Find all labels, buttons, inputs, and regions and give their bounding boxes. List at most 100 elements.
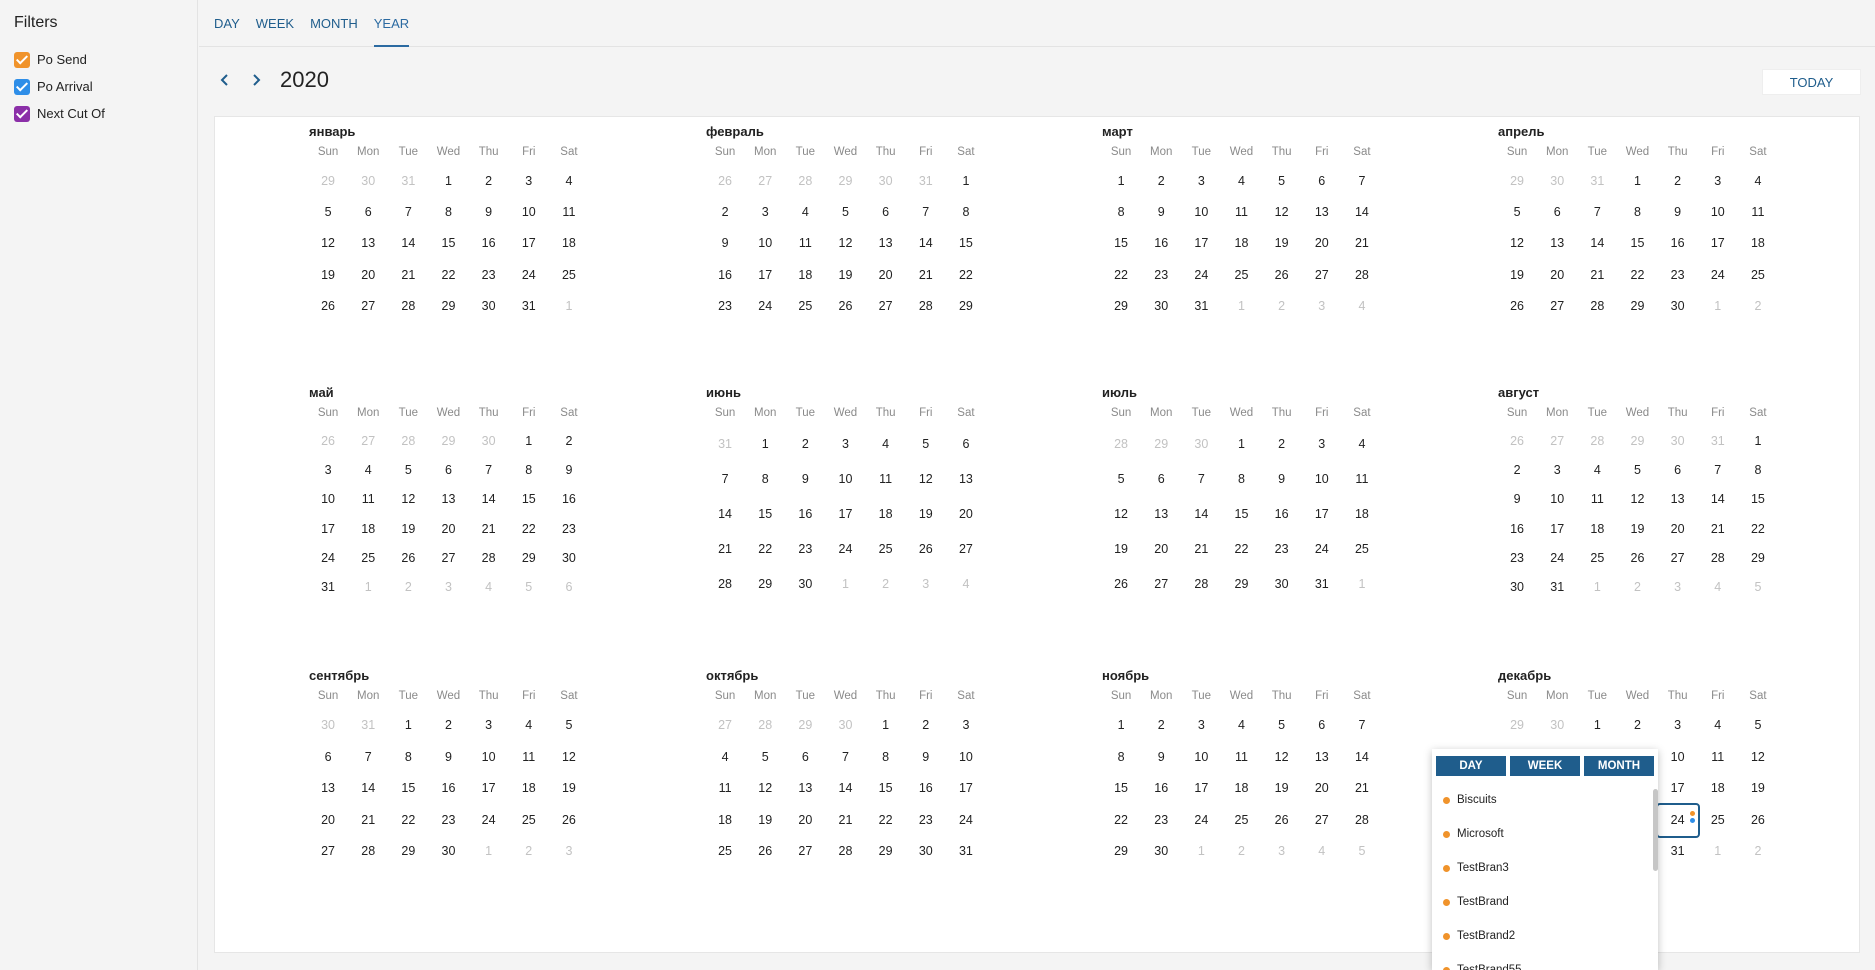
- day-cell[interactable]: 27: [428, 544, 468, 573]
- day-cell[interactable]: 19: [1262, 228, 1302, 259]
- day-cell[interactable]: 27: [348, 291, 388, 322]
- day-cell[interactable]: 17: [1698, 228, 1738, 259]
- day-cell[interactable]: 25: [509, 805, 549, 837]
- day-cell[interactable]: 9: [785, 462, 825, 497]
- day-cell[interactable]: 13: [866, 228, 906, 259]
- day-cell[interactable]: 13: [946, 462, 986, 497]
- day-cell[interactable]: 4: [1221, 710, 1261, 742]
- day-cell[interactable]: 25: [1342, 532, 1382, 567]
- day-cell[interactable]: 29: [1617, 427, 1657, 456]
- day-cell[interactable]: 5: [1262, 166, 1302, 197]
- day-cell[interactable]: 9: [1141, 197, 1181, 228]
- day-cell[interactable]: 26: [388, 544, 428, 573]
- day-cell[interactable]: 30: [348, 166, 388, 197]
- day-cell[interactable]: 23: [549, 515, 589, 544]
- day-cell[interactable]: 4: [469, 573, 509, 602]
- day-cell[interactable]: 17: [1537, 515, 1577, 544]
- day-cell[interactable]: 7: [906, 197, 946, 228]
- day-cell[interactable]: 5: [308, 197, 348, 228]
- day-cell[interactable]: 9: [1658, 197, 1698, 228]
- day-cell[interactable]: 8: [946, 197, 986, 228]
- day-cell[interactable]: 30: [469, 427, 509, 456]
- day-cell[interactable]: 5: [1101, 462, 1141, 497]
- day-cell[interactable]: 12: [906, 462, 946, 497]
- checkbox-checked-icon[interactable]: [14, 78, 30, 95]
- day-cell[interactable]: 3: [1537, 456, 1577, 485]
- day-cell[interactable]: 24: [469, 805, 509, 837]
- day-cell[interactable]: 27: [1537, 291, 1577, 322]
- day-cell[interactable]: 21: [388, 260, 428, 291]
- day-cell[interactable]: 12: [1101, 497, 1141, 532]
- day-cell[interactable]: 16: [1141, 773, 1181, 805]
- day-cell[interactable]: 14: [825, 773, 865, 805]
- day-cell[interactable]: 27: [705, 710, 745, 742]
- day-cell[interactable]: 8: [1738, 456, 1778, 485]
- day-cell[interactable]: 15: [745, 497, 785, 532]
- day-cell[interactable]: 19: [308, 260, 348, 291]
- day-cell[interactable]: 1: [428, 166, 468, 197]
- popup-event-item[interactable]: TestBrand2: [1432, 919, 1658, 953]
- day-cell[interactable]: 14: [1698, 485, 1738, 514]
- day-cell[interactable]: 19: [1497, 260, 1537, 291]
- day-cell[interactable]: 11: [1577, 485, 1617, 514]
- day-cell[interactable]: 29: [1101, 291, 1141, 322]
- day-cell[interactable]: 11: [509, 742, 549, 774]
- day-cell[interactable]: 23: [1658, 260, 1698, 291]
- day-cell[interactable]: 21: [469, 515, 509, 544]
- day-cell[interactable]: 29: [428, 291, 468, 322]
- day-cell[interactable]: 8: [1101, 742, 1141, 774]
- day-cell[interactable]: 25: [705, 836, 745, 868]
- day-cell[interactable]: 31: [906, 166, 946, 197]
- day-cell[interactable]: 1: [1698, 291, 1738, 322]
- day-cell[interactable]: 30: [1537, 166, 1577, 197]
- day-cell[interactable]: 13: [785, 773, 825, 805]
- day-cell[interactable]: 15: [1101, 773, 1141, 805]
- day-cell[interactable]: 19: [549, 773, 589, 805]
- day-cell[interactable]: 24: [745, 291, 785, 322]
- day-cell[interactable]: 17: [1181, 228, 1221, 259]
- checkbox-checked-icon[interactable]: [14, 51, 30, 68]
- day-cell[interactable]: 1: [388, 710, 428, 742]
- day-cell[interactable]: 31: [1698, 427, 1738, 456]
- day-cell[interactable]: 28: [1342, 805, 1382, 837]
- day-cell[interactable]: 13: [1537, 228, 1577, 259]
- day-cell[interactable]: 16: [1497, 515, 1537, 544]
- day-cell[interactable]: 4: [866, 427, 906, 462]
- day-cell[interactable]: 10: [1181, 197, 1221, 228]
- day-cell[interactable]: 15: [1221, 497, 1261, 532]
- day-cell[interactable]: 25: [1698, 805, 1738, 837]
- day-cell[interactable]: 4: [1302, 836, 1342, 868]
- day-cell[interactable]: 23: [906, 805, 946, 837]
- day-cell[interactable]: 15: [946, 228, 986, 259]
- day-cell[interactable]: 4: [946, 567, 986, 602]
- today-button[interactable]: TODAY: [1762, 69, 1861, 95]
- day-cell[interactable]: 1: [1101, 710, 1141, 742]
- day-cell[interactable]: 29: [946, 291, 986, 322]
- day-cell[interactable]: 7: [348, 742, 388, 774]
- day-cell[interactable]: 18: [1577, 515, 1617, 544]
- day-cell[interactable]: 2: [705, 197, 745, 228]
- day-cell[interactable]: 19: [1738, 773, 1778, 805]
- tab-day[interactable]: DAY: [214, 0, 240, 47]
- day-cell[interactable]: 26: [745, 836, 785, 868]
- day-cell[interactable]: 1: [1617, 166, 1657, 197]
- filter-po-send[interactable]: Po Send: [14, 46, 183, 73]
- day-cell[interactable]: 22: [428, 260, 468, 291]
- day-cell[interactable]: 28: [825, 836, 865, 868]
- day-cell[interactable]: 16: [705, 260, 745, 291]
- day-cell[interactable]: 5: [509, 573, 549, 602]
- day-cell[interactable]: 3: [1262, 836, 1302, 868]
- day-cell[interactable]: 29: [509, 544, 549, 573]
- day-cell[interactable]: 23: [785, 532, 825, 567]
- day-cell[interactable]: 30: [469, 291, 509, 322]
- day-cell[interactable]: 18: [866, 497, 906, 532]
- day-cell[interactable]: 16: [906, 773, 946, 805]
- day-cell[interactable]: 13: [1658, 485, 1698, 514]
- day-cell[interactable]: 3: [469, 710, 509, 742]
- day-cell[interactable]: 1: [946, 166, 986, 197]
- day-cell[interactable]: 6: [866, 197, 906, 228]
- day-cell[interactable]: 3: [1658, 573, 1698, 602]
- day-cell[interactable]: 31: [348, 710, 388, 742]
- day-cell[interactable]: 18: [785, 260, 825, 291]
- day-cell[interactable]: 9: [705, 228, 745, 259]
